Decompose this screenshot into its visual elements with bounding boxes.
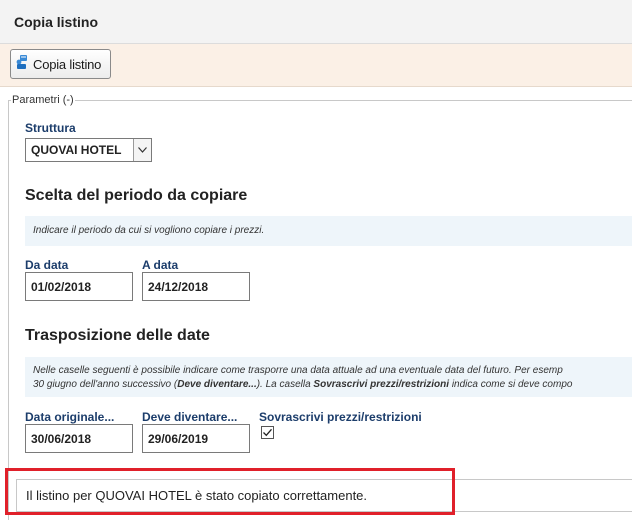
period-info-text: Indicare il periodo da cui si vogliono c…: [33, 225, 265, 236]
to-date-label: A data: [142, 258, 179, 272]
period-section-title: Scelta del periodo da copiare: [25, 187, 248, 204]
overwrite-label: Sovrascrivi prezzi/restrizioni: [259, 410, 422, 424]
structure-select[interactable]: QUOVAI HOTEL: [25, 138, 152, 162]
structure-selected-value: QUOVAI HOTEL: [31, 143, 122, 157]
copy-pricelist-button[interactable]: Copia listino: [10, 49, 111, 79]
period-info-box: Indicare il periodo da cui si vogliono c…: [25, 216, 632, 246]
transposition-info-line1: Nelle caselle seguenti è possibile indic…: [33, 365, 563, 376]
structure-label: Struttura: [25, 121, 76, 135]
highlight-frame: [5, 468, 455, 515]
transposition-section-title: Trasposizione delle date: [25, 327, 210, 344]
original-date-label: Data originale...: [25, 410, 115, 424]
to-date-input[interactable]: 24/12/2018: [142, 272, 250, 301]
chevron-down-icon[interactable]: [133, 139, 151, 161]
from-date-label: Da data: [25, 258, 69, 272]
become-date-input[interactable]: 29/06/2019: [142, 424, 250, 453]
copy-pricelist-label: Copia listino: [33, 56, 102, 72]
transposition-info-box: Nelle caselle seguenti è possibile indic…: [25, 357, 632, 397]
parameters-fieldset: [8, 100, 632, 520]
transposition-info-line2: 30 giugno dell'anno successivo (Deve div…: [33, 379, 573, 390]
become-date-label: Deve diventare...: [142, 410, 238, 424]
toolbar: Copia listino: [0, 44, 632, 87]
original-date-input[interactable]: 30/06/2018: [25, 424, 133, 453]
parameters-legend[interactable]: Parametri (-): [11, 94, 75, 106]
window-title: Copia listino: [14, 14, 98, 30]
overwrite-checkbox[interactable]: [261, 426, 274, 439]
copy-pricelist-icon: [15, 54, 31, 75]
window-titlebar: Copia listino: [0, 0, 632, 44]
from-date-input[interactable]: 01/02/2018: [25, 272, 133, 301]
checkmark-icon: [263, 428, 272, 437]
